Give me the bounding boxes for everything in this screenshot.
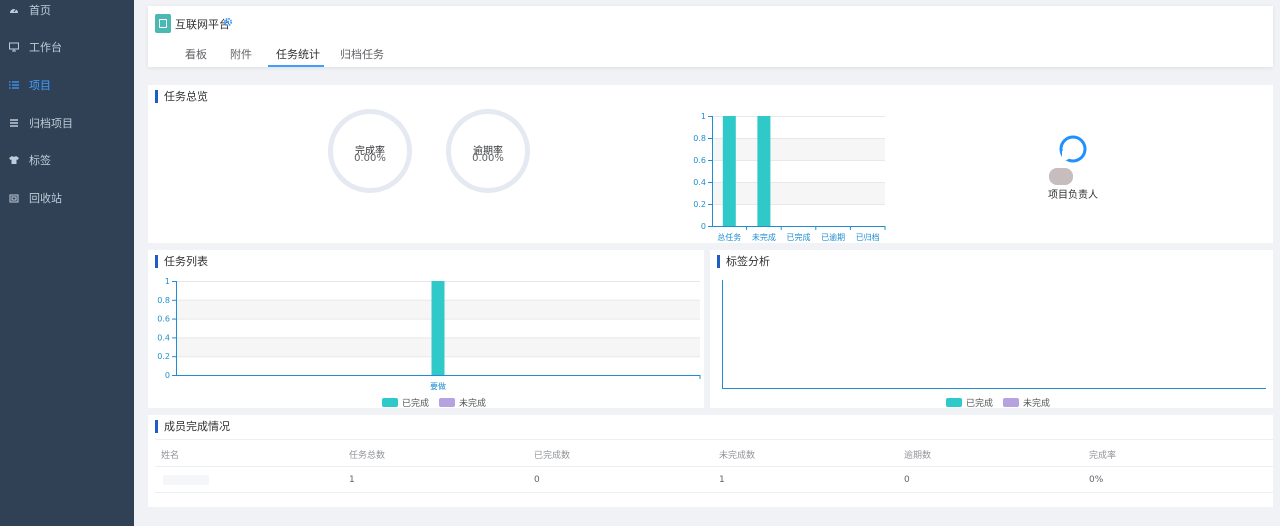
tshirt-icon [9,156,19,164]
table-header: 姓名 任务总数 已完成数 未完成数 逾期数 完成率 [155,439,1273,466]
owner-avatar [1049,135,1087,185]
task-list-title: 任务列表 [155,255,208,268]
grid-band [712,138,885,160]
task-list-legend: 已完成 未完成 [382,396,496,409]
x-tick-label: 已逾期 [821,232,845,242]
y-tick-label: 0.8 [157,296,170,305]
y-tick-label: 0 [701,222,706,231]
monitor-icon [9,42,19,52]
y-tick-label: 0.4 [157,333,170,342]
tab-statistics[interactable]: 任务统计 [276,46,320,62]
y-tick-label: 0.2 [693,200,706,209]
sidebar-item-label: 标签 [29,154,51,167]
y-tick-label: 1 [165,277,170,286]
list-icon [9,81,19,89]
gear-icon[interactable] [223,17,233,27]
sidebar-item-tags[interactable]: 标签 [0,142,134,178]
task-overview-bar-chart: 0 0.2 0.4 0.6 0.8 1 总任务 未完成 已完成 已逾期 已归档 [693,112,886,242]
task-list-bar-chart: 0 0.2 0.4 0.6 0.8 1 要做 [157,277,701,391]
x-tick-label: 总任务 [717,232,741,242]
column-header: 已完成数 [534,451,571,461]
cell-rate: 0% [1089,475,1104,485]
tag-analysis-legend: 已完成 未完成 [946,396,1060,409]
x-tick-label: 要做 [430,381,446,391]
bar [722,116,736,226]
sidebar-item-label: 首页 [29,4,51,17]
overdue-value: 0.00% [472,153,504,164]
dashboard-icon [10,8,18,13]
overview-panel: 任务总览 完成率 0.00% 逾期率 0.00% 0 0.2 0.4 0.6 0.8 1 总… [148,85,1273,243]
sidebar-item-workbench[interactable]: 工作台 [0,29,134,65]
project-header: 互联网平台 看板 附件 任务统计 归档任务 [148,6,1273,67]
cell-done: 0 [534,475,540,485]
tab-archived-tasks[interactable]: 归档任务 [340,46,384,62]
legend-item-done[interactable]: 已完成 [382,396,429,409]
legend-item-done[interactable]: 已完成 [946,396,993,409]
recycle-icon [9,194,19,203]
table-row[interactable]: 1 0 1 0 0% [155,466,1273,493]
task-list-panel: 任务列表 0 0.2 0.4 0.6 0.8 1 要做 已完成 未完成 [148,250,704,409]
column-header: 逾期数 [904,451,932,461]
tab-kanban[interactable]: 看板 [185,46,207,62]
active-tab-indicator [268,65,324,67]
overview-title: 任务总览 [155,90,208,103]
sidebar-item-archived[interactable]: 归档项目 [0,105,134,141]
sidebar: 首页 工作台 项目 归档项目 标签 回收站 [0,0,134,526]
sidebar-item-label: 项目 [29,79,51,92]
bar [431,281,445,375]
x-tick-label: 已完成 [787,232,811,242]
sidebar-item-home[interactable]: 首页 [0,0,134,28]
member-name-redacted [163,475,209,485]
column-header: 任务总数 [349,451,386,461]
cell-undone: 1 [719,475,725,485]
archive-icon [10,119,18,127]
y-tick-label: 0.8 [693,134,706,143]
y-tick-label: 1 [701,112,706,121]
y-tick-label: 0.6 [157,315,170,324]
column-header: 姓名 [161,451,180,461]
x-tick-label: 未完成 [752,232,776,242]
sidebar-item-label: 工作台 [29,41,62,54]
members-panel: 成员完成情况 姓名 任务总数 已完成数 未完成数 逾期数 完成率 1 0 1 0… [148,415,1273,507]
completion-value: 0.00% [354,153,386,164]
tag-analysis-title: 标签分析 [717,255,770,268]
document-icon [155,14,171,33]
tag-analysis-panel: 标签分析 已完成 未完成 [710,250,1273,409]
sidebar-item-label: 归档项目 [29,117,73,130]
legend-item-undone[interactable]: 未完成 [1003,396,1050,409]
cell-total: 1 [349,475,355,485]
bar [757,116,771,226]
cell-overdue: 0 [904,475,910,485]
x-tick-label: 已归档 [856,232,880,242]
owner-label: 项目负责人 [1048,190,1098,201]
tag-analysis-chart [722,280,1266,389]
column-header: 未完成数 [719,451,756,461]
y-tick-label: 0.4 [693,178,706,187]
tab-attachments[interactable]: 附件 [230,46,252,62]
y-tick-label: 0.6 [693,156,706,165]
grid-band [712,182,885,204]
sidebar-item-label: 回收站 [29,192,62,205]
legend-item-undone[interactable]: 未完成 [439,396,486,409]
project-title: 互联网平台 [175,18,230,31]
sidebar-item-projects[interactable]: 项目 [0,67,134,103]
sidebar-item-recycle[interactable]: 回收站 [0,180,134,216]
y-tick-label: 0 [165,371,170,380]
members-title: 成员完成情况 [155,420,230,433]
y-tick-label: 0.2 [157,352,170,361]
column-header: 完成率 [1089,451,1117,461]
